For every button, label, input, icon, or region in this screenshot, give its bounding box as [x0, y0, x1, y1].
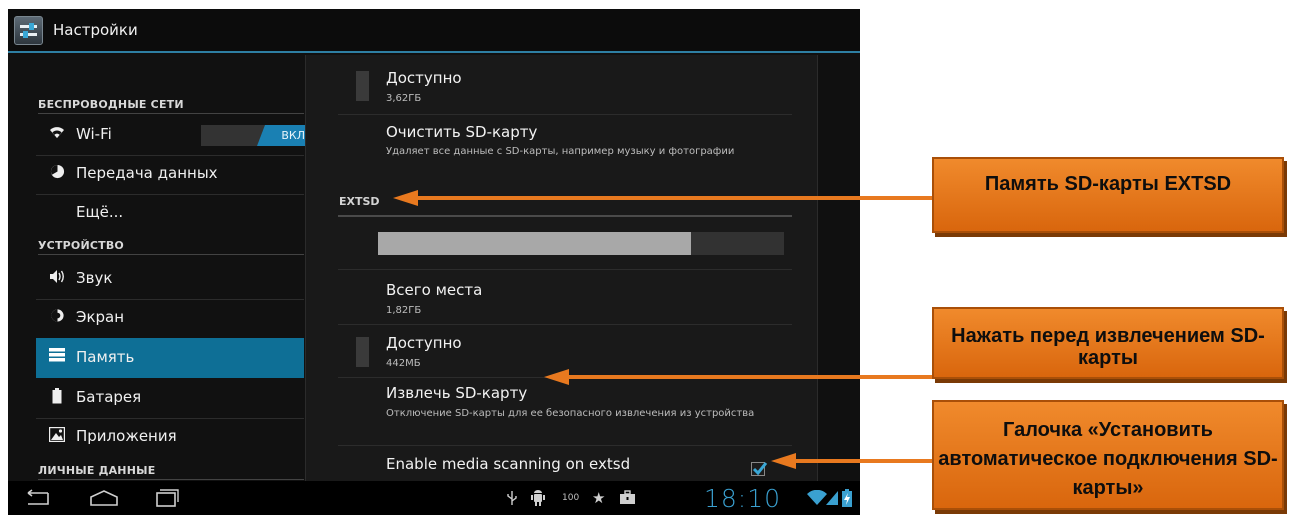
annotation-arrows	[393, 190, 932, 469]
arrow-to-eject	[544, 369, 932, 385]
arrow-to-checkbox	[771, 453, 932, 469]
arrow-to-extsd	[393, 190, 932, 206]
